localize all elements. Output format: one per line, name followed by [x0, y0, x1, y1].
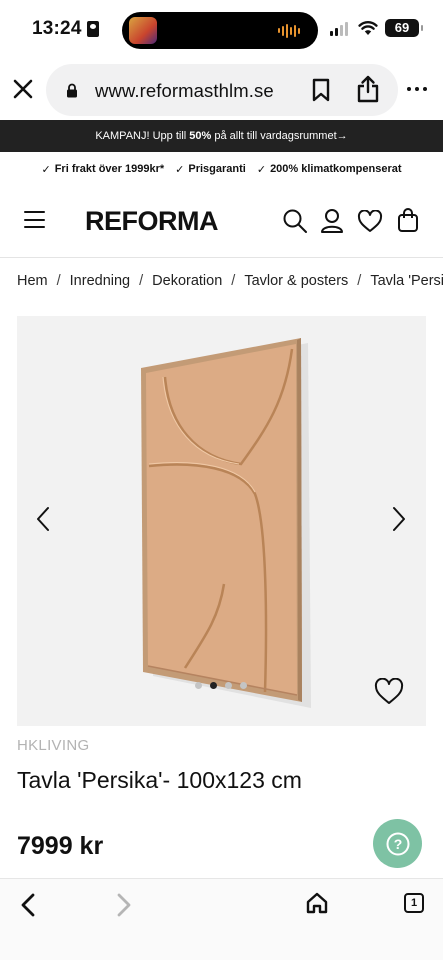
bookmark-icon[interactable]	[312, 78, 330, 102]
home-icon[interactable]	[305, 891, 329, 915]
search-icon[interactable]	[282, 208, 308, 234]
dynamic-island[interactable]	[122, 12, 318, 49]
cellular-signal-icon	[330, 22, 348, 36]
check-icon: ✓	[175, 163, 185, 176]
promo-text-prefix: KAMPANJ! Upp till	[95, 130, 190, 142]
breadcrumb: Hem / Inredning / Dekoration / Tavlor & poster…	[17, 273, 443, 295]
tabs-button[interactable]: 1	[404, 893, 424, 913]
usp-row: ✓ Fri frakt över 1999kr* ✓ Prisgaranti ✓…	[0, 159, 443, 179]
usp-label: Fri frakt över 1999kr*	[54, 163, 165, 175]
address-bar[interactable]: www.reformasthlm.se	[46, 64, 398, 116]
breadcrumb-home[interactable]: Hem	[17, 273, 48, 289]
now-playing-artwork	[129, 17, 157, 44]
gallery-dot[interactable]	[225, 682, 232, 689]
breadcrumb-separator: /	[357, 273, 362, 289]
more-options-icon[interactable]	[407, 87, 427, 91]
gallery-dot[interactable]	[195, 682, 202, 689]
url-text: www.reformasthlm.se	[95, 80, 274, 101]
product-gallery[interactable]	[17, 316, 426, 726]
product-brand[interactable]: HKLIVING	[17, 737, 89, 754]
product-price: 7999 kr	[17, 832, 104, 860]
menu-icon[interactable]	[24, 211, 45, 228]
promo-text-suffix: på allt till vardagsrummet→	[211, 130, 348, 142]
product-title: Tavla 'Persika'- 100x123 cm	[17, 767, 302, 793]
account-icon[interactable]	[320, 208, 344, 234]
check-icon: ✓	[256, 163, 267, 176]
gallery-dot-active[interactable]	[210, 682, 217, 689]
gallery-pagination	[195, 682, 247, 689]
browser-url-row: www.reformasthlm.se	[0, 62, 443, 118]
breadcrumb-dekoration[interactable]: Dekoration	[152, 273, 222, 289]
browser-toolbar: 1	[0, 878, 443, 960]
breadcrumb-current: Tavla 'Persika'	[370, 273, 443, 289]
usp-label: Prisgaranti	[188, 163, 246, 175]
product-photo	[141, 338, 311, 708]
wishlist-heart-icon[interactable]	[374, 678, 404, 705]
next-image-icon[interactable]	[391, 506, 407, 532]
share-icon[interactable]	[356, 75, 380, 103]
breadcrumb-tavlor-posters[interactable]: Tavlor & posters	[244, 273, 348, 289]
audio-waveform-icon	[278, 23, 300, 38]
site-header: REFORMA	[0, 190, 443, 258]
help-icon: ?	[386, 832, 409, 855]
breadcrumb-separator: /	[231, 273, 236, 289]
breadcrumb-separator: /	[139, 273, 144, 289]
help-button[interactable]: ?	[373, 819, 422, 868]
heart-icon[interactable]	[357, 210, 383, 233]
site-logo[interactable]: REFORMA	[85, 206, 219, 237]
help-label: ?	[393, 836, 402, 852]
status-time: 13:24	[32, 18, 82, 39]
battery-indicator: 69	[385, 19, 423, 37]
usp-climate: ✓ 200% klimatkompenserat	[257, 159, 402, 179]
id-card-icon	[87, 21, 99, 37]
promo-highlight: 50%	[189, 130, 212, 142]
forward-icon[interactable]	[114, 892, 134, 918]
usp-free-shipping: ✓ Fri frakt över 1999kr*	[41, 159, 164, 179]
previous-image-icon[interactable]	[35, 506, 51, 532]
back-icon[interactable]	[18, 892, 38, 918]
usp-price-guarantee: ✓ Prisgaranti	[175, 159, 246, 179]
status-bar: 13:24 69	[0, 0, 443, 58]
breadcrumb-inredning[interactable]: Inredning	[70, 273, 130, 289]
promo-banner[interactable]: KAMPANJ! Upp till 50% på allt till varda…	[0, 120, 443, 152]
usp-label: 200% klimatkompenserat	[270, 163, 402, 175]
gallery-dot[interactable]	[240, 682, 247, 689]
breadcrumb-separator: /	[56, 273, 61, 289]
check-icon: ✓	[41, 163, 51, 176]
wifi-icon	[358, 21, 378, 35]
lock-icon	[67, 83, 77, 98]
cart-icon[interactable]	[397, 207, 419, 233]
close-icon[interactable]	[12, 78, 34, 100]
